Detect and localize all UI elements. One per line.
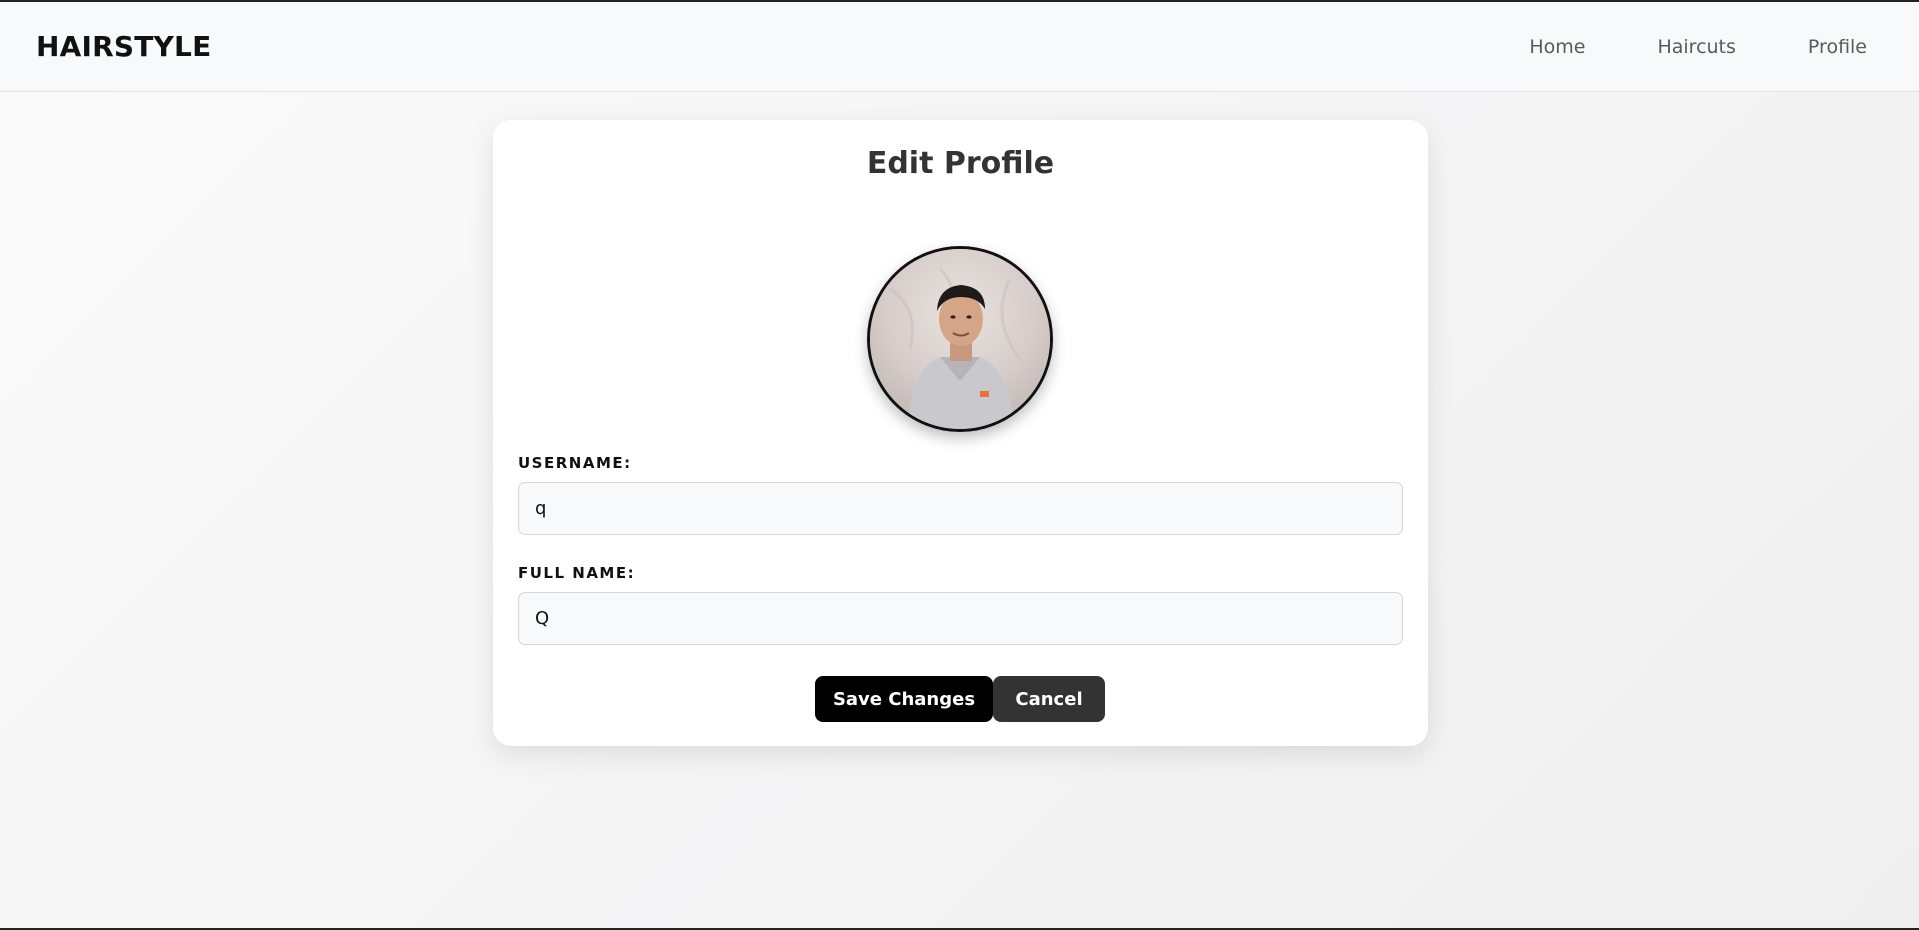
navbar: HAIRSTYLE Home Haircuts Profile (0, 2, 1919, 92)
fullname-input[interactable] (518, 592, 1403, 645)
nav-links: Home Haircuts Profile (1529, 36, 1867, 58)
save-changes-button[interactable]: Save Changes (815, 676, 993, 722)
form-actions: Save Changes Cancel (815, 676, 1105, 722)
nav-link-haircuts[interactable]: Haircuts (1657, 36, 1735, 58)
brand-logo[interactable]: HAIRSTYLE (36, 30, 211, 63)
username-input[interactable] (518, 482, 1403, 535)
profile-photo-image (870, 249, 1050, 429)
nav-link-profile[interactable]: Profile (1808, 36, 1867, 58)
page-title: Edit Profile (866, 146, 1055, 181)
username-label: USERNAME: (518, 454, 632, 472)
avatar[interactable] (867, 246, 1053, 432)
nav-link-home[interactable]: Home (1529, 36, 1585, 58)
fullname-label: FULL NAME: (518, 564, 636, 582)
edit-profile-card: Edit Profile USERNAME: q FULL NAME: Q Sa… (493, 120, 1428, 746)
cancel-button[interactable]: Cancel (993, 676, 1105, 722)
